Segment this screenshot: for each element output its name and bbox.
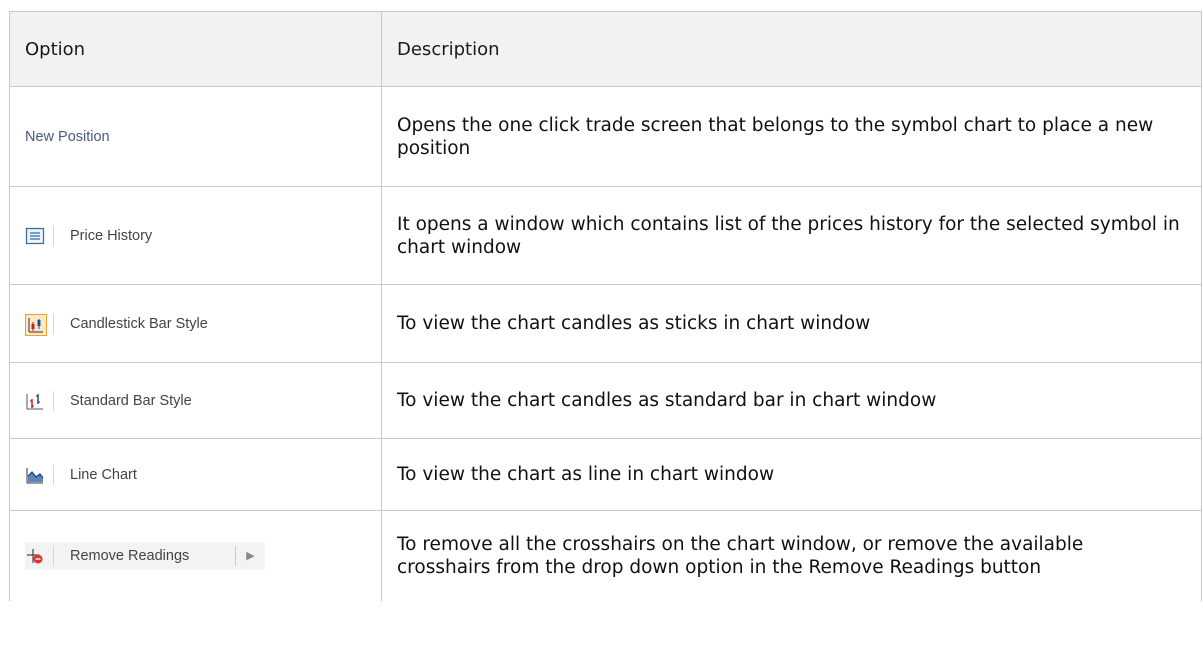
table-row: Remove Readings ▶ To remove all the cros…: [9, 510, 1202, 601]
table-row: Standard Bar Style To view the chart can…: [9, 362, 1202, 439]
option-header-label: Option: [25, 38, 86, 60]
option-cell: Standard Bar Style: [9, 362, 382, 439]
table-row: Candlestick Bar Style To view the chart …: [9, 284, 1202, 363]
separator: [53, 545, 54, 566]
remove-readings-button[interactable]: Remove Readings ▶: [25, 541, 265, 570]
bar-chart-icon: [25, 391, 45, 411]
candlestick-icon: [25, 313, 47, 336]
options-table: Option Description New Position Opens th…: [9, 11, 1202, 601]
table-header-row: Option Description: [9, 11, 1202, 87]
option-label: Standard Bar Style: [70, 392, 192, 409]
new-position-button[interactable]: New Position: [25, 123, 381, 151]
option-label: Remove Readings: [70, 547, 190, 564]
option-label: Line Chart: [70, 466, 137, 483]
list-window-icon: [25, 226, 45, 246]
separator: [53, 390, 54, 411]
option-label: Price History: [70, 227, 153, 244]
dropdown-arrow-icon[interactable]: ▶: [246, 549, 254, 562]
table-row: New Position Opens the one click trade s…: [9, 86, 1202, 187]
price-history-button[interactable]: Price History: [25, 222, 381, 250]
description-cell: To remove all the crosshairs on the char…: [381, 510, 1202, 601]
description-column-header: Description: [381, 11, 1202, 87]
description-cell: It opens a window which contains list of…: [381, 186, 1202, 285]
line-chart-icon: [25, 465, 45, 485]
remove-crosshair-icon: [25, 546, 45, 566]
candlestick-bar-style-button[interactable]: Candlestick Bar Style: [25, 310, 381, 338]
standard-bar-style-button[interactable]: Standard Bar Style: [25, 387, 381, 415]
separator: [53, 313, 54, 334]
option-cell: Candlestick Bar Style: [9, 284, 382, 363]
description-cell: To view the chart candles as sticks in c…: [381, 284, 1202, 363]
dropdown-separator: [235, 545, 237, 566]
line-chart-button[interactable]: Line Chart: [25, 461, 381, 489]
option-cell: Remove Readings ▶: [9, 510, 382, 601]
table-row: Price History It opens a window which co…: [9, 186, 1202, 285]
description-cell: To view the chart as line in chart windo…: [381, 438, 1202, 511]
option-cell: Price History: [9, 186, 382, 285]
separator: [53, 225, 54, 246]
description-header-label: Description: [397, 38, 500, 60]
description-cell: Opens the one click trade screen that be…: [381, 86, 1202, 187]
option-cell: New Position: [9, 86, 382, 187]
option-column-header: Option: [9, 11, 382, 87]
table-row: Line Chart To view the chart as line in …: [9, 438, 1202, 511]
description-cell: To view the chart candles as standard ba…: [381, 362, 1202, 439]
option-label: New Position: [25, 128, 110, 145]
option-cell: Line Chart: [9, 438, 382, 511]
option-label: Candlestick Bar Style: [70, 315, 208, 332]
separator: [53, 464, 54, 485]
